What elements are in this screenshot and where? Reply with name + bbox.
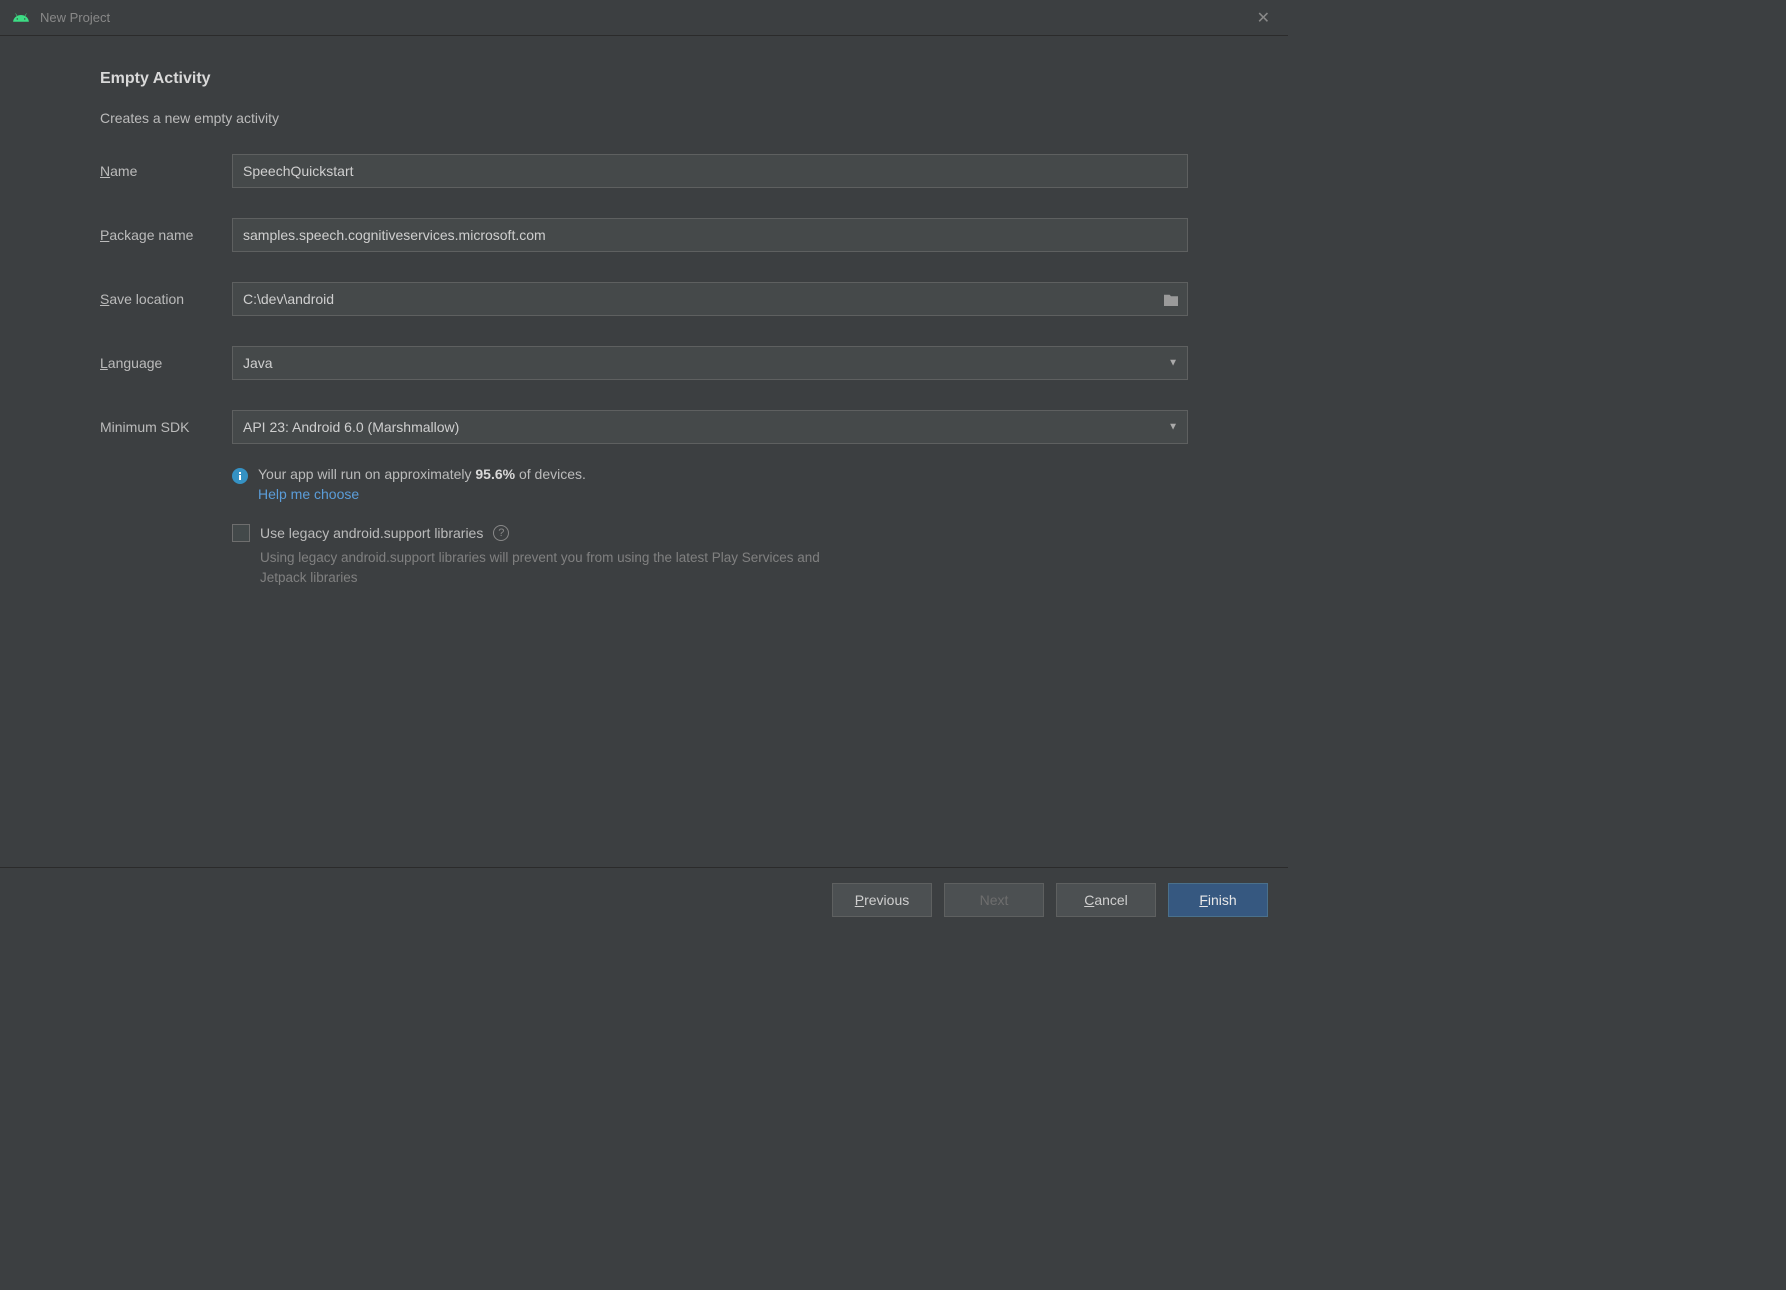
label-package: Package name — [100, 227, 232, 243]
finish-button[interactable]: Finish — [1168, 883, 1268, 917]
cancel-button[interactable]: Cancel — [1056, 883, 1156, 917]
browse-folder-icon[interactable] — [1162, 292, 1180, 306]
help-me-choose-link[interactable]: Help me choose — [258, 486, 359, 502]
previous-button[interactable]: Previous — [832, 883, 932, 917]
help-icon[interactable]: ? — [493, 525, 509, 541]
save-location-input[interactable] — [232, 282, 1188, 316]
language-select[interactable]: Java — [232, 346, 1188, 380]
label-name: Name — [100, 163, 232, 179]
close-icon[interactable]: ✕ — [1251, 6, 1276, 30]
row-package: Package name — [100, 218, 1188, 252]
window-title: New Project — [40, 10, 110, 25]
row-language: Language Java ▼ — [100, 346, 1188, 380]
page-subtitle: Creates a new empty activity — [100, 110, 1188, 126]
info-icon — [232, 468, 248, 487]
row-name: Name — [100, 154, 1188, 188]
row-save-location: Save location — [100, 282, 1188, 316]
label-save-location: Save location — [100, 291, 232, 307]
label-min-sdk: Minimum SDK — [100, 419, 232, 435]
page-title: Empty Activity — [100, 70, 1188, 88]
legacy-support-hint: Using legacy android.support libraries w… — [260, 548, 820, 589]
coverage-text: Your app will run on approximately 95.6%… — [258, 466, 586, 482]
new-project-dialog: New Project ✕ Empty Activity Creates a n… — [0, 0, 1288, 931]
legacy-support-checkbox[interactable] — [232, 524, 250, 542]
legacy-support-block: Use legacy android.support libraries ? — [232, 524, 1188, 542]
content-area: Empty Activity Creates a new empty activ… — [0, 36, 1288, 867]
name-input[interactable] — [232, 154, 1188, 188]
android-icon — [12, 12, 30, 24]
titlebar: New Project ✕ — [0, 0, 1288, 36]
device-coverage-info: Your app will run on approximately 95.6%… — [232, 466, 1188, 502]
dialog-footer: Previous Next Cancel Finish — [0, 867, 1288, 931]
label-language: Language — [100, 355, 232, 371]
next-button: Next — [944, 883, 1044, 917]
legacy-support-label: Use legacy android.support libraries — [260, 525, 483, 541]
row-min-sdk: Minimum SDK API 23: Android 6.0 (Marshma… — [100, 410, 1188, 444]
package-name-input[interactable] — [232, 218, 1188, 252]
min-sdk-select[interactable]: API 23: Android 6.0 (Marshmallow) — [232, 410, 1188, 444]
